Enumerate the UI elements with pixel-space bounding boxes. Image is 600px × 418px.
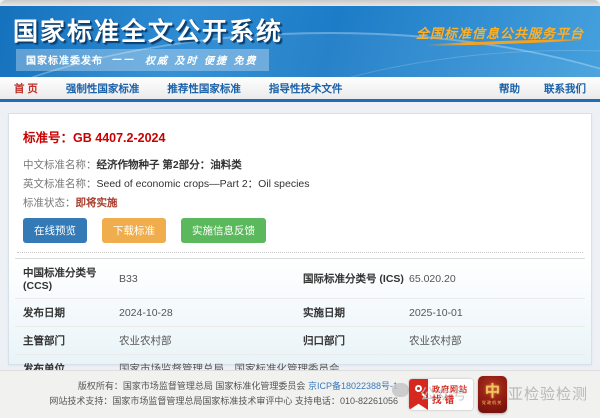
watermark-text-gongzhonghao: 公众号 [420,383,468,404]
footer-text-block: 版权所有：国家市场监督管理总局 国家标准化管理委员会 京ICP备18022388… [0,379,398,409]
phone-number: 010-82261056 [340,396,398,406]
standard-number-value: GB 4407.2-2024 [73,131,165,145]
ccs-label: 中国标准分类号 (CCS) [15,265,119,292]
en-name-value: Seed of economic crops—Part 2：Oil specie… [97,178,310,190]
ics-label: 国际标准分类号 (ICS) [303,271,409,286]
dotted-divider [17,252,583,253]
implementation-feedback-button[interactable]: 实施信息反馈 [181,218,266,243]
wechat-watermark-icon [392,383,409,397]
support-label: 网站技术支持： [49,396,112,406]
field-status: 标准状态：即将实施 [23,196,585,210]
publish-date-value: 2024-10-28 [119,307,303,319]
table-row-classification: 中国标准分类号 (CCS) B33 国际标准分类号 (ICS) 65.020.2… [15,259,585,299]
centralized-dept-value: 农业农村部 [409,333,585,348]
page-footer: 版权所有：国家市场监督管理总局 国家标准化管理委员会 京ICP备18022388… [0,370,600,418]
implement-date-value: 2025-10-01 [409,307,585,319]
phone-label: 支持电话： [295,396,340,406]
ccs-value: B33 [119,273,303,285]
nav-item-contact[interactable]: 联系我们 [544,81,586,96]
copyright-owner: 国家市场监督管理总局 国家标准化管理委员会 [123,381,306,391]
status-badge: 即将实施 [76,197,118,209]
standard-number: 标准号：GB 4407.2-2024 [23,127,585,146]
table-row-departments: 主管部门 农业农村部 归口部门 农业农村部 [15,327,585,355]
action-buttons: 在线预览 下载标准 实施信息反馈 [23,218,585,243]
emblem-caption: 党政机关 [482,400,502,406]
competent-dept-label: 主管部门 [15,333,119,348]
main-navbar: 首 页 强制性国家标准 推荐性国家标准 指导性技术文件 帮助 联系我们 [0,77,600,102]
slogan-text: 权威 及时 便捷 免费 [145,52,257,67]
icp-license-link[interactable]: 京ICP备18022388号-1 [308,381,398,391]
en-name-label: 英文标准名称： [23,178,97,190]
site-title: 国家标准全文公开系统 [13,12,283,48]
standard-detail-panel: 标准号：GB 4407.2-2024 中文标准名称：经济作物种子 第2部分：油料… [8,113,592,365]
emblem-glyph: 中 [485,383,500,399]
banner-dash: —— [112,54,136,65]
online-preview-button[interactable]: 在线预览 [23,218,87,243]
publisher-banner: 国家标准委发布 —— 权威 及时 便捷 免费 [16,49,269,71]
nav-item-recommended-standards[interactable]: 推荐性国家标准 [167,81,241,96]
table-row-dates: 发布日期 2024-10-28 实施日期 2025-10-01 [15,299,585,327]
ics-value: 65.020.20 [409,273,585,285]
site-header: 国家标准全文公开系统 国家标准委发布 —— 权威 及时 便捷 免费 全国标准信息… [0,6,600,77]
centralized-dept-label: 归口部门 [303,333,409,348]
competent-dept-value: 农业农村部 [119,333,303,348]
download-standard-button[interactable]: 下载标准 [102,218,166,243]
field-en-name: 英文标准名称：Seed of economic crops—Part 2：Oil… [23,177,585,191]
nav-item-help[interactable]: 帮助 [499,81,520,96]
standard-number-label: 标准号： [23,131,73,145]
status-label: 标准状态： [23,197,76,209]
nav-item-mandatory-standards[interactable]: 强制性国家标准 [66,81,140,96]
cn-name-label: 中文标准名称： [23,159,97,171]
gov-agency-emblem-badge[interactable]: 中 党政机关 [478,376,507,413]
publisher-text: 国家标准委发布 [26,52,103,67]
implement-date-label: 实施日期 [303,305,409,320]
nav-item-guiding-documents[interactable]: 指导性技术文件 [269,81,343,96]
field-cn-name: 中文标准名称：经济作物种子 第2部分：油料类 [23,158,585,172]
support-org: 国家市场监督管理总局国家标准技术审评中心 [112,396,292,406]
copyright-line: 版权所有：国家市场监督管理总局 国家标准化管理委员会 京ICP备18022388… [0,379,398,394]
cn-name-value: 经济作物种子 第2部分：油料类 [97,159,242,171]
support-line: 网站技术支持：国家市场监督管理总局国家标准技术审评中心 支持电话：010-822… [0,394,398,409]
nav-item-home[interactable]: 首 页 [14,81,38,96]
watermark-text-inspection: 亚检验检测 [508,383,588,404]
copyright-label: 版权所有： [78,381,123,391]
publish-date-label: 发布日期 [15,305,119,320]
content-gap [0,102,600,113]
